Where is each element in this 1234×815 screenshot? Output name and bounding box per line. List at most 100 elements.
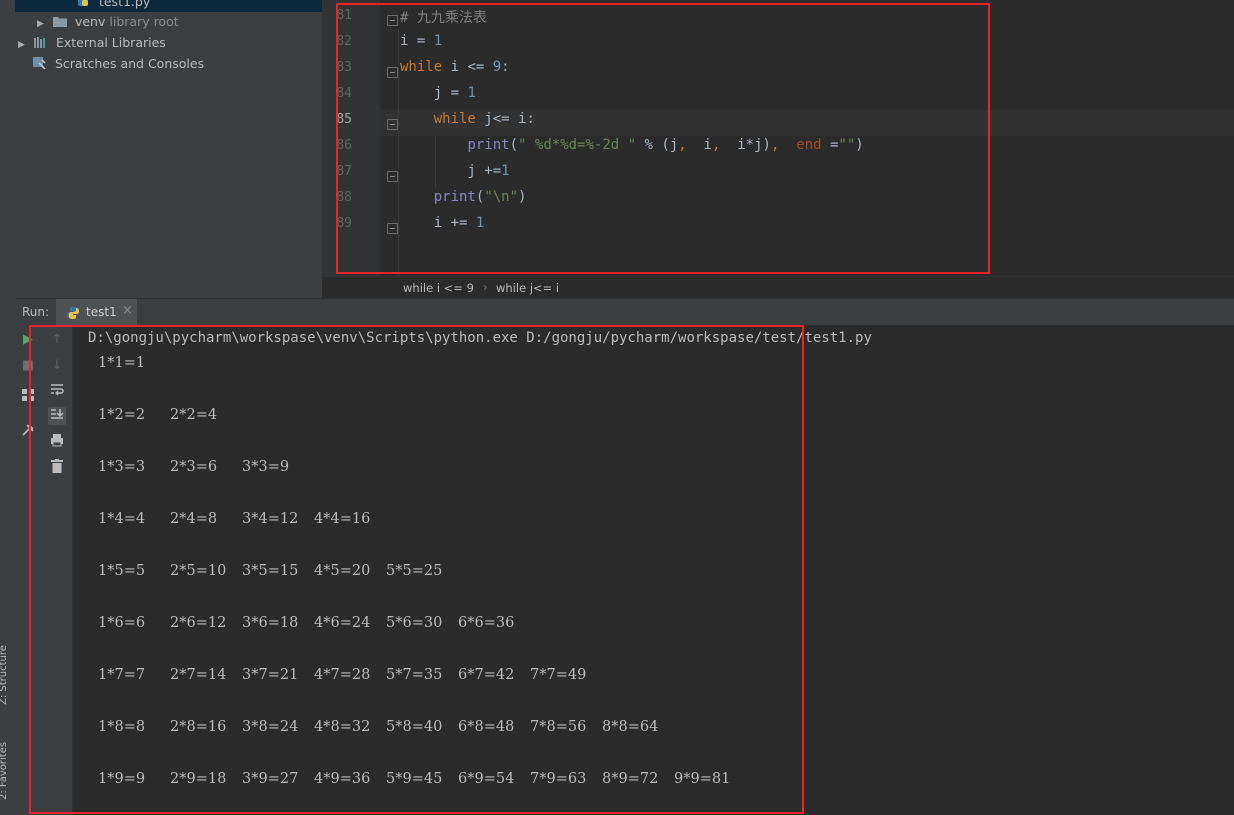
code-line[interactable]: while i <= 9: — [400, 59, 510, 75]
trash-icon[interactable] — [48, 459, 66, 477]
console-cell: 6*6=36 — [458, 615, 515, 631]
rerun-icon[interactable]: ▶ — [19, 331, 37, 349]
run-left-toolbar: ▶ ■ — [15, 325, 42, 815]
fold-marker-icon[interactable] — [387, 15, 398, 26]
console-cell: 2*9=18 — [170, 771, 227, 787]
folder-icon — [52, 13, 67, 27]
line-number: 83 — [336, 60, 352, 75]
code-line[interactable]: i = 1 — [400, 33, 442, 49]
code-token: ( — [509, 137, 519, 153]
breadcrumb-item[interactable]: while j<= i — [496, 281, 559, 295]
code-line[interactable]: print("\n") — [400, 189, 527, 205]
breadcrumb-separator: › — [483, 280, 488, 294]
scratches-icon — [33, 55, 47, 70]
line-number: 85 — [336, 112, 352, 127]
library-icon — [33, 34, 48, 48]
up-arrow-icon[interactable]: ↑ — [48, 331, 66, 349]
console-cell: 1*8=8 — [98, 719, 146, 735]
tree-item-external-libraries[interactable]: ▶ External Libraries — [18, 33, 166, 53]
code-token: "" — [838, 137, 856, 153]
console-cell: 3*4=12 — [242, 511, 299, 527]
console-cell: 1*3=3 — [98, 459, 146, 475]
code-token: ) — [855, 137, 864, 153]
venv-label: venv — [74, 14, 106, 29]
print-icon[interactable] — [48, 433, 66, 451]
console-cell: 2*3=6 — [170, 459, 218, 475]
structure-tab[interactable]: Z: Structure — [0, 645, 9, 705]
console-cell: 1*1=1 — [98, 355, 146, 371]
code-line[interactable]: j = 1 — [400, 85, 476, 101]
code-token: 1 — [433, 33, 443, 49]
line-gutter: 81 82 83 84 85 86 87 88 89 — [322, 0, 380, 276]
code-line[interactable]: j +=1 — [400, 163, 510, 179]
code-line[interactable]: # 九九乘法表 — [400, 7, 487, 27]
fold-marker-icon[interactable] — [387, 223, 398, 234]
soft-wrap-icon[interactable] — [48, 383, 66, 401]
code-line[interactable]: i += 1 — [400, 215, 485, 231]
code-token: 1 — [467, 85, 476, 101]
console-toolbar: ↑ ↓ — [42, 325, 73, 815]
fold-marker-icon[interactable] — [387, 171, 398, 182]
down-arrow-icon[interactable]: ↓ — [48, 357, 66, 375]
console-cell: 5*5=25 — [386, 563, 443, 579]
run-tab-test1[interactable]: test1 × — [56, 299, 137, 325]
structure-tab-label: Z: Structure — [0, 645, 9, 705]
stop-icon[interactable]: ■ — [19, 357, 37, 375]
favorites-tab-label: 2: Favorites — [0, 741, 9, 800]
code-token: % (j — [636, 137, 679, 153]
code-token: : — [501, 59, 510, 75]
console-cell: 7*8=56 — [530, 719, 587, 735]
code-token: i += — [400, 215, 476, 231]
console-cell: 1*5=5 — [98, 563, 146, 579]
line-number: 88 — [336, 190, 352, 205]
code-line[interactable]: print(" %d*%d=%-2d " % (j, i, i*j), end … — [400, 137, 864, 153]
console-cell: 3*6=18 — [242, 615, 299, 631]
console-cell: 2*2=4 — [170, 407, 218, 423]
code-token: i*j) — [720, 137, 771, 153]
code-line[interactable]: while j<= i: — [400, 111, 535, 127]
run-toolbar: Run: test1 × — [15, 298, 1234, 326]
chevron-right-icon[interactable]: ▶ — [37, 14, 49, 34]
python-file-icon — [66, 305, 80, 324]
scroll-to-end-icon[interactable] — [48, 407, 66, 425]
code-editor[interactable]: 81 82 83 84 85 86 87 88 89 # 九九乘法表 i = 1 while i <… — [322, 0, 1234, 276]
breadcrumb-item[interactable]: while i <= 9 — [403, 281, 474, 295]
chevron-right-icon[interactable]: ▶ — [18, 35, 30, 55]
console-cell: 7*7=49 — [530, 667, 587, 683]
layout-icon[interactable] — [19, 389, 37, 407]
code-token: i <= — [442, 59, 493, 75]
code-token: j += — [400, 163, 502, 179]
code-token: i = — [400, 33, 434, 49]
project-tree: test1.py ▶ venv library root ▶ External … — [15, 0, 322, 298]
console-cell: 9*9=81 — [674, 771, 731, 787]
fold-marker-icon[interactable] — [387, 119, 398, 130]
left-tool-strip: Z: Structure 2: Favorites — [0, 0, 16, 815]
code-token: 1 — [475, 215, 485, 231]
close-icon[interactable]: × — [122, 303, 133, 318]
console-cell: 5*9=45 — [386, 771, 443, 787]
line-number: 82 — [336, 34, 352, 49]
tree-item-label: test1.py — [98, 0, 151, 9]
console-cell: 4*7=28 — [314, 667, 371, 683]
code-token: print — [467, 137, 510, 153]
console-output[interactable]: D:\gongju\pycharm\workspase\venv\Scripts… — [73, 325, 1234, 815]
pin-icon[interactable] — [19, 423, 37, 441]
console-cell: 1*4=4 — [98, 511, 146, 527]
scratches-label: Scratches and Consoles — [54, 56, 205, 71]
console-cell: 3*7=21 — [242, 667, 299, 683]
tree-item-scratches[interactable]: Scratches and Consoles — [33, 54, 204, 74]
tree-item-test1[interactable]: test1.py — [15, 0, 322, 12]
console-cell: 2*8=16 — [170, 719, 227, 735]
code-token: = — [821, 137, 839, 153]
code-token: 1 — [501, 163, 510, 179]
favorites-tab[interactable]: 2: Favorites — [0, 742, 9, 800]
console-cell: 1*9=9 — [98, 771, 146, 787]
line-number: 81 — [336, 8, 352, 23]
tree-item-venv[interactable]: ▶ venv library root — [37, 12, 179, 32]
code-token: while — [433, 111, 476, 127]
code-token: "\n" — [484, 189, 519, 205]
fold-marker-icon[interactable] — [387, 67, 398, 78]
